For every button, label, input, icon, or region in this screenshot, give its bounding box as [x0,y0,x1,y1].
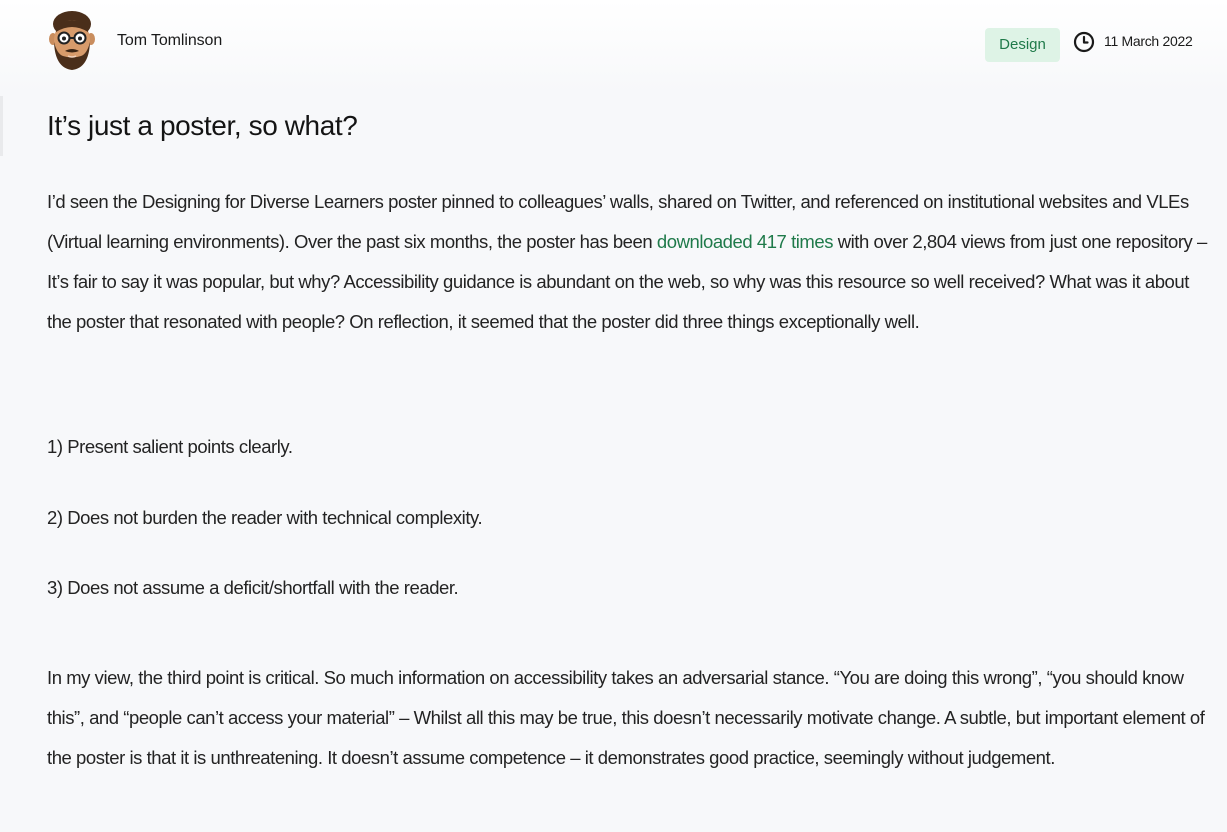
download-count-link[interactable]: downloaded 417 times [657,231,834,252]
closing-paragraph: In my view, the third point is critical.… [47,667,1205,768]
author-name[interactable]: Tom Tomlinson [117,32,222,50]
category-tag[interactable]: Design [985,28,1060,62]
list-item: 1) Present salient points clearly. [47,436,293,457]
article-title: It’s just a poster, so what? [47,110,358,141]
bearded-man-avatar-icon [49,11,95,70]
list-item: 2) Does not burden the reader with techn… [47,507,483,528]
intro-paragraph: I’d seen the Designing for Diverse Learn… [47,182,1207,342]
author-avatar[interactable] [47,10,97,72]
publish-date: 11 March 2022 [1104,33,1193,49]
list-item: 3) Does not assume a deficit/shortfall w… [47,577,459,598]
side-divider [0,96,3,156]
clock-icon [1073,31,1095,53]
article-meta-bar: Tom Tomlinson Design 11 March 2022 [0,0,1227,92]
